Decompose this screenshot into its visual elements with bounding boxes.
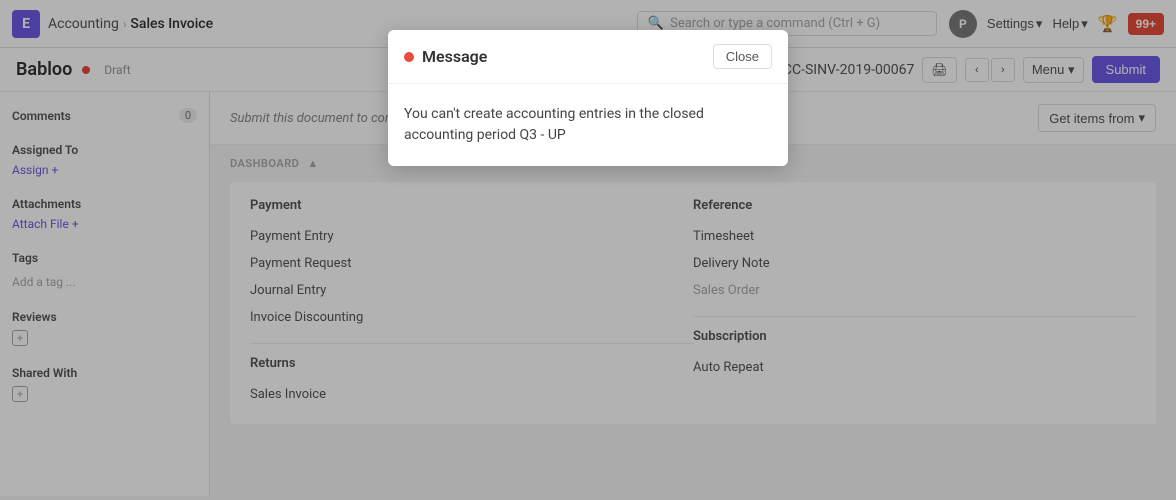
modal-close-button[interactable]: Close — [713, 44, 772, 69]
modal-message: You can't create accounting entries in t… — [404, 104, 772, 146]
modal-title: Message — [422, 47, 487, 66]
modal-body: You can't create accounting entries in t… — [388, 84, 788, 166]
modal-header: Message Close — [388, 30, 788, 84]
message-modal: Message Close You can't create accountin… — [388, 30, 788, 166]
modal-title-row: Message — [404, 47, 487, 66]
modal-overlay: Message Close You can't create accountin… — [0, 0, 1176, 500]
modal-red-dot — [404, 52, 414, 62]
